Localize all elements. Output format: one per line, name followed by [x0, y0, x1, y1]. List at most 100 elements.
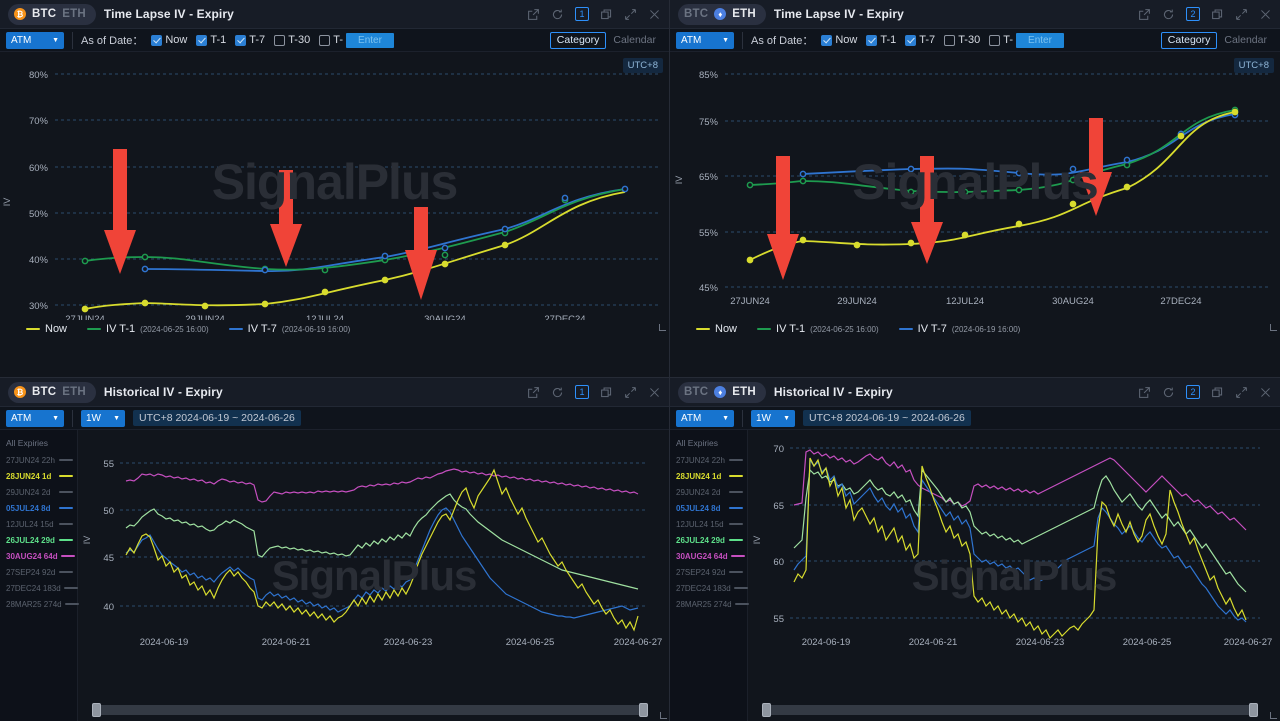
currency-btc[interactable]: BTC [684, 386, 708, 398]
custom-days-input[interactable]: Enter [346, 33, 394, 48]
expiry-item[interactable]: 29JUN24 2d [676, 484, 743, 500]
close-icon[interactable] [648, 8, 661, 21]
legend-item-iv-t1[interactable]: IV T-1 (2024-06-25 16:00) [87, 323, 209, 335]
external-link-icon[interactable] [1138, 386, 1151, 399]
checkbox-box[interactable] [151, 35, 162, 46]
chart-time-lapse-eth[interactable]: SignalPlus UTC+8 85% 75% 65% 55% 45% IV … [670, 52, 1280, 335]
external-link-icon[interactable] [1138, 8, 1151, 21]
resize-handle[interactable] [659, 324, 666, 331]
resize-handle[interactable] [1270, 712, 1277, 719]
expiry-item[interactable]: 29JUN24 2d [6, 484, 73, 500]
external-link-icon[interactable] [527, 386, 540, 399]
period-select[interactable]: 1W ▼ [751, 410, 795, 427]
custom-days-input[interactable]: Enter [1016, 33, 1064, 48]
copy-icon[interactable] [1211, 8, 1224, 21]
checkbox-box[interactable] [944, 35, 955, 46]
expiry-item[interactable]: 05JUL24 8d [676, 500, 743, 516]
window-number-badge[interactable]: 2 [1186, 7, 1200, 21]
checkbox-box[interactable] [989, 35, 1000, 46]
atm-select[interactable]: ATM ▼ [676, 32, 734, 49]
checkbox-box[interactable] [905, 35, 916, 46]
checkbox-t30[interactable]: T-30 [944, 34, 980, 46]
resize-handle[interactable] [660, 712, 667, 719]
slider-handle-right[interactable] [1249, 703, 1258, 717]
expiry-item[interactable]: 05JUL24 8d [6, 500, 73, 516]
refresh-icon[interactable] [551, 8, 564, 21]
checkbox-box[interactable] [821, 35, 832, 46]
expiry-item[interactable]: 26JUL24 29d [6, 532, 73, 548]
refresh-icon[interactable] [1162, 8, 1175, 21]
checkbox-custom[interactable]: T-Enter [319, 33, 394, 48]
expand-icon[interactable] [1235, 386, 1248, 399]
atm-select[interactable]: ATM ▼ [676, 410, 734, 427]
currency-eth[interactable]: ETH [62, 386, 86, 398]
period-select[interactable]: 1W ▼ [81, 410, 125, 427]
window-number-badge[interactable]: 2 [1186, 385, 1200, 399]
expand-icon[interactable] [624, 8, 637, 21]
expiry-item[interactable]: 12JUL24 15d [6, 516, 73, 532]
slider-handle-right[interactable] [639, 703, 648, 717]
expiry-item[interactable]: 30AUG24 64d [6, 548, 73, 564]
copy-icon[interactable] [1211, 386, 1224, 399]
resize-handle[interactable] [1270, 324, 1277, 331]
currency-btc[interactable]: BTC [32, 386, 56, 398]
expiry-item[interactable]: 28JUN24 1d [6, 468, 73, 484]
time-range-slider[interactable] [78, 703, 670, 717]
currency-eth[interactable]: ETH [732, 8, 756, 20]
tab-category[interactable]: Category [550, 32, 607, 49]
copy-icon[interactable] [600, 8, 613, 21]
date-range-label[interactable]: UTC+8 2024-06-19 ~ 2024-06-26 [133, 410, 301, 426]
date-range-label[interactable]: UTC+8 2024-06-19 ~ 2024-06-26 [803, 410, 971, 426]
checkbox-t1[interactable]: T-1 [866, 34, 896, 46]
legend-item-iv-t7[interactable]: IV T-7 (2024-06-19 16:00) [229, 323, 351, 335]
checkbox-box[interactable] [319, 35, 330, 46]
expand-icon[interactable] [1235, 8, 1248, 21]
currency-btc[interactable]: BTC [32, 8, 56, 20]
checkbox-custom[interactable]: T-Enter [989, 33, 1064, 48]
legend-item-iv-t7[interactable]: IV T-7 (2024-06-19 16:00) [899, 323, 1021, 335]
legend-item-iv-t1[interactable]: IV T-1 (2024-06-25 16:00) [757, 323, 879, 335]
legend-item-now[interactable]: Now [696, 323, 737, 335]
atm-select[interactable]: ATM ▼ [6, 410, 64, 427]
time-range-slider[interactable] [748, 703, 1280, 717]
slider-track[interactable] [96, 705, 644, 715]
currency-toggle[interactable]: ₿ BTC ETH [8, 4, 96, 25]
copy-icon[interactable] [600, 386, 613, 399]
expiry-item[interactable]: 28MAR25 274d [676, 596, 743, 612]
window-number-badge[interactable]: 1 [575, 7, 589, 21]
expiry-item[interactable]: 27SEP24 92d [6, 564, 73, 580]
close-icon[interactable] [1259, 8, 1272, 21]
checkbox-t7[interactable]: T-7 [235, 34, 265, 46]
checkbox-now[interactable]: Now [821, 34, 857, 46]
chart-historical-btc[interactable]: SignalPlus 55 50 45 40 IV 2024-06-19 202… [78, 430, 670, 721]
external-link-icon[interactable] [527, 8, 540, 21]
checkbox-box[interactable] [274, 35, 285, 46]
currency-toggle[interactable]: BTC ♦ ETH [678, 4, 766, 25]
close-icon[interactable] [1259, 386, 1272, 399]
checkbox-box[interactable] [866, 35, 877, 46]
expiry-item[interactable]: 28MAR25 274d [6, 596, 73, 612]
checkbox-now[interactable]: Now [151, 34, 187, 46]
close-icon[interactable] [648, 386, 661, 399]
atm-select[interactable]: ATM ▼ [6, 32, 64, 49]
chart-historical-eth[interactable]: SignalPlus 70 65 60 55 IV 2024-06-19 202… [748, 430, 1280, 721]
expiry-item[interactable]: 28JUN24 1d [676, 468, 743, 484]
expiry-item[interactable]: 12JUL24 15d [676, 516, 743, 532]
currency-toggle[interactable]: ₿ BTC ETH [8, 382, 96, 403]
expand-icon[interactable] [624, 386, 637, 399]
expiry-item[interactable]: 27SEP24 92d [676, 564, 743, 580]
checkbox-t7[interactable]: T-7 [905, 34, 935, 46]
checkbox-box[interactable] [235, 35, 246, 46]
currency-toggle[interactable]: BTC ♦ ETH [678, 382, 766, 403]
tab-calendar[interactable]: Calendar [606, 32, 663, 49]
currency-eth[interactable]: ETH [62, 8, 86, 20]
slider-track[interactable] [766, 705, 1254, 715]
expiry-item[interactable]: 27DEC24 183d [6, 580, 73, 596]
expiry-item[interactable]: 27JUN24 22h [6, 452, 73, 468]
expiry-item[interactable]: 27DEC24 183d [676, 580, 743, 596]
slider-handle-left[interactable] [762, 703, 771, 717]
expiry-item[interactable]: 26JUL24 29d [676, 532, 743, 548]
window-number-badge[interactable]: 1 [575, 385, 589, 399]
tab-calendar[interactable]: Calendar [1217, 32, 1274, 49]
currency-btc[interactable]: BTC [684, 8, 708, 20]
